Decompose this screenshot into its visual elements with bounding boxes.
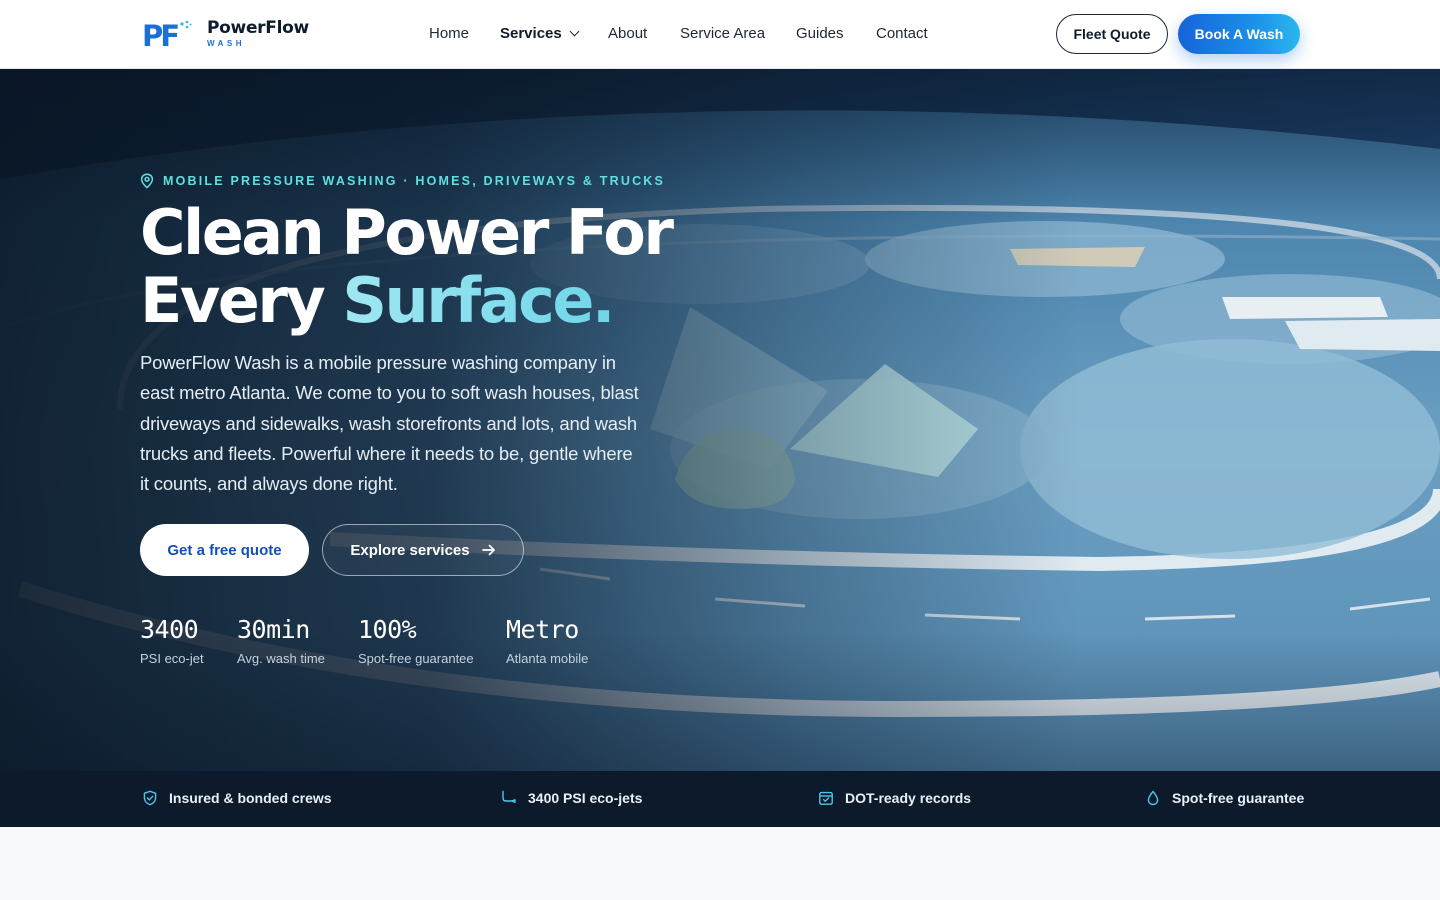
nav-services[interactable]: Services [500,24,580,44]
headline-accent: Surface. [342,264,615,337]
stat-value: 30min [237,615,310,644]
stat-psi: 3400 PSI eco-jet [140,615,204,666]
top-nav: PF PowerFlow WASH Home Services About Se… [0,0,1440,69]
trust-item-spot-free: Spot-free guarantee [1145,790,1304,806]
chevron-down-icon [569,26,580,37]
nav-services-label: Services [500,25,562,42]
location-pin-icon [140,173,154,189]
nav-about[interactable]: About [608,24,647,44]
trust-bar: Insured & bonded crews 3400 PSI eco-jets… [0,771,1440,827]
hero-description: PowerFlow Wash is a mobile pressure wash… [140,352,639,495]
brand-subtitle: WASH [207,39,245,48]
stat-label: Spot-free guarantee [358,651,474,666]
stat-label: Atlanta mobile [506,651,589,666]
headline-line-2: Every [140,264,343,337]
spray-wand-icon [502,790,517,804]
explore-services-button[interactable]: Explore services [322,524,524,576]
brand-logo[interactable]: PF PowerFlow WASH [142,18,309,53]
trust-item-insured: Insured & bonded crews [142,790,332,806]
brand-name: PowerFlow [207,18,309,38]
stat-value: 3400 [140,615,199,644]
headline-line-1: Clean Power For [140,196,674,269]
brand-logo-mark: PF [142,18,192,53]
hero-section: MOBILE PRESSURE WASHING · HOMES, DRIVEWA… [0,69,1440,771]
trust-item-dot-records: DOT-ready records [818,790,971,806]
water-drop-icon [1147,790,1159,806]
trust-label: 3400 PSI eco-jets [528,790,643,806]
stat-label: PSI eco-jet [140,651,204,666]
svg-text:PF: PF [142,19,178,50]
get-free-quote-button[interactable]: Get a free quote [140,524,309,576]
calendar-check-icon [819,791,833,805]
nav-guides[interactable]: Guides [796,24,844,44]
shield-check-icon [143,790,157,806]
nav-home[interactable]: Home [429,24,469,44]
nav-contact[interactable]: Contact [876,24,928,44]
explore-services-label: Explore services [350,541,470,559]
stat-value: 100% [358,615,417,644]
trust-label: DOT-ready records [845,790,972,806]
stat-value: Metro [506,615,579,644]
stat-guarantee: 100% Spot-free guarantee [358,615,474,666]
hero-eyebrow: MOBILE PRESSURE WASHING · HOMES, DRIVEWA… [140,173,665,189]
stat-label: Avg. wash time [237,651,325,666]
trust-label: Insured & bonded crews [169,790,332,806]
stat-area: Metro Atlanta mobile [506,615,588,666]
trust-item-eco-jets: 3400 PSI eco-jets [501,790,642,806]
nav-service-area[interactable]: Service Area [680,24,765,44]
fleet-quote-button[interactable]: Fleet Quote [1056,14,1168,54]
book-wash-button[interactable]: Book A Wash [1178,14,1300,54]
hero-eyebrow-text: MOBILE PRESSURE WASHING · HOMES, DRIVEWA… [163,174,666,188]
stat-wash-time: 30min Avg. wash time [237,615,325,666]
hero-headline: Clean Power For Every Surface. [140,199,700,335]
arrow-right-icon [481,544,495,556]
trust-label: Spot-free guarantee [1172,790,1305,806]
